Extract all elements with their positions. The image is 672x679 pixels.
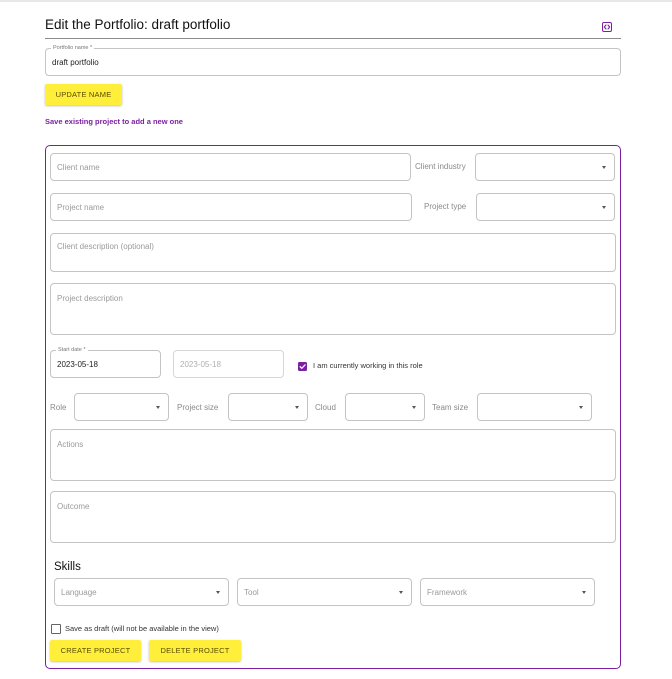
save-as-draft-checkbox[interactable]	[51, 624, 61, 634]
page-title: Edit the Portfolio: draft portfolio	[45, 17, 231, 32]
framework-select[interactable]: Framework	[420, 578, 595, 606]
project-type-label: Project type	[424, 202, 467, 211]
chevron-down-icon	[579, 406, 583, 409]
portfolio-name-label: Portfolio name *	[51, 44, 95, 52]
client-name-input[interactable]: Client name	[50, 153, 411, 181]
project-type-select[interactable]	[476, 193, 615, 221]
project-size-label: Project size	[177, 403, 219, 412]
save-as-draft-label: Save as draft (will not be available in …	[65, 624, 219, 633]
chevron-down-icon	[216, 591, 220, 594]
client-industry-label: Client industry	[415, 162, 466, 171]
role-label: Role	[50, 403, 67, 412]
chevron-down-icon	[602, 206, 606, 209]
title-divider	[45, 38, 621, 39]
project-description-textarea[interactable]: Project description	[50, 283, 616, 335]
actions-textarea[interactable]: Actions	[50, 429, 616, 481]
end-date-field: 2023-05-18	[173, 350, 284, 378]
top-shadow	[0, 0, 672, 2]
code-icon[interactable]	[602, 19, 612, 32]
save-existing-project-hint: Save existing project to add a new one	[45, 117, 183, 126]
chevron-down-icon	[156, 406, 160, 409]
start-date-label: Start date *	[56, 346, 88, 354]
cloud-select[interactable]	[345, 393, 425, 421]
skills-heading: Skills	[54, 561, 81, 573]
chevron-down-icon	[602, 166, 606, 169]
check-icon	[299, 364, 306, 369]
language-select[interactable]: Language	[54, 578, 229, 606]
project-name-placeholder: Project name	[57, 203, 105, 212]
language-placeholder: Language	[61, 588, 97, 597]
project-name-input[interactable]: Project name	[50, 193, 412, 221]
tool-select[interactable]: Tool	[237, 578, 412, 606]
role-select[interactable]	[74, 393, 169, 421]
start-date-value: 2023-05-18	[57, 360, 98, 369]
client-description-textarea[interactable]: Client description (optional)	[50, 233, 616, 272]
chevron-down-icon	[412, 406, 416, 409]
chevron-down-icon	[582, 591, 586, 594]
end-date-value: 2023-05-18	[180, 360, 221, 369]
chevron-down-icon	[399, 591, 403, 594]
chevron-down-icon	[295, 406, 299, 409]
portfolio-name-value: draft portfolio	[52, 58, 99, 67]
project-size-select[interactable]	[228, 393, 308, 421]
client-name-placeholder: Client name	[57, 163, 100, 172]
tool-placeholder: Tool	[244, 588, 259, 597]
cloud-label: Cloud	[315, 403, 336, 412]
create-project-button[interactable]: CREATE PROJECT	[50, 640, 141, 661]
project-description-placeholder: Project description	[57, 294, 123, 303]
outcome-placeholder: Outcome	[57, 502, 90, 511]
team-size-select[interactable]	[477, 393, 592, 421]
start-date-field[interactable]: Start date * 2023-05-18	[50, 346, 161, 378]
team-size-label: Team size	[432, 403, 469, 412]
delete-project-button[interactable]: DELETE PROJECT	[149, 640, 241, 661]
client-industry-select[interactable]	[475, 153, 615, 181]
actions-placeholder: Actions	[57, 440, 84, 449]
portfolio-name-field[interactable]: Portfolio name * draft portfolio	[45, 44, 621, 76]
outcome-textarea[interactable]: Outcome	[50, 491, 616, 543]
currently-working-label: I am currently working in this role	[313, 361, 423, 370]
client-description-placeholder: Client description (optional)	[57, 242, 154, 251]
currently-working-checkbox[interactable]	[298, 362, 307, 371]
framework-placeholder: Framework	[427, 588, 468, 597]
update-name-button[interactable]: UPDATE NAME	[45, 84, 122, 105]
